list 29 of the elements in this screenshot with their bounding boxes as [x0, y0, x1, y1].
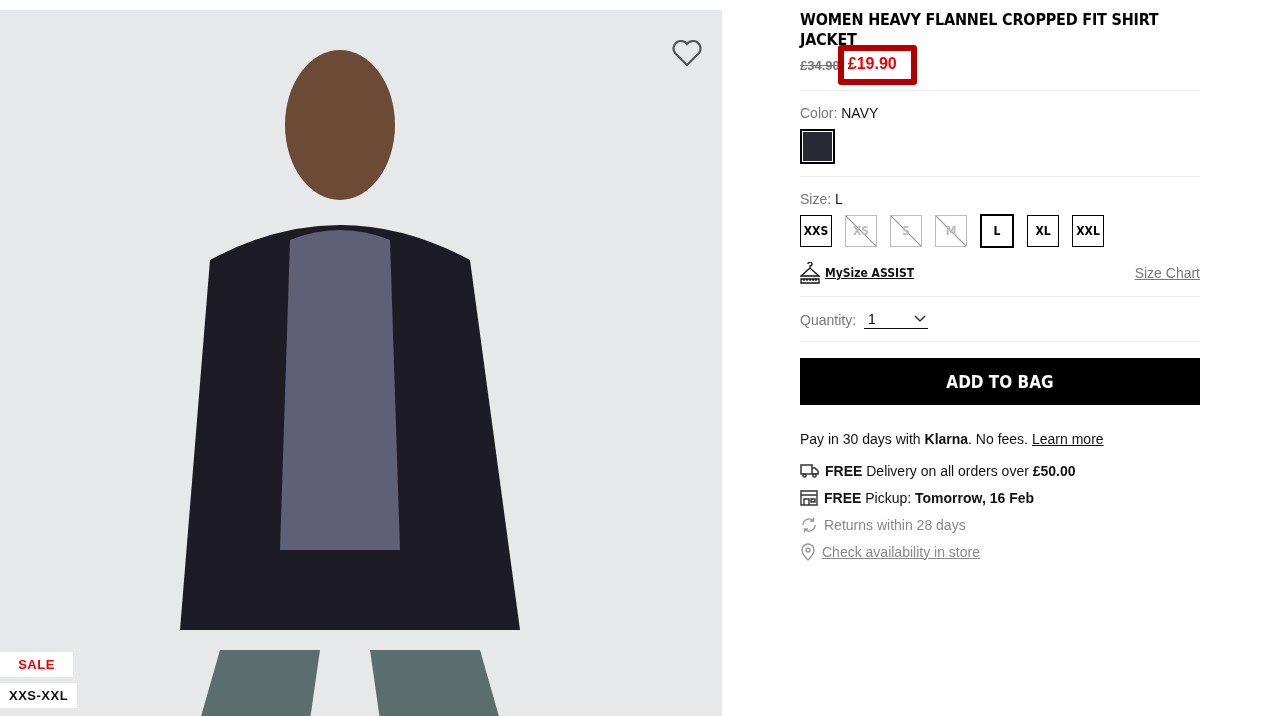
refresh-icon	[800, 515, 818, 534]
size-option[interactable]: XL	[1027, 215, 1059, 247]
info-text: Returns within 28 days	[824, 516, 966, 533]
quantity-select[interactable]: 1	[864, 311, 929, 329]
original-price: £34.90	[800, 57, 840, 73]
add-to-bag-button[interactable]: ADD TO BAG	[800, 358, 1200, 405]
store-availability-link[interactable]: Check availability in store	[822, 543, 980, 560]
mysize-assist-link[interactable]: MySize ASSIST	[800, 262, 915, 284]
store-icon	[800, 489, 818, 506]
size-label: Size: L	[800, 191, 844, 207]
color-swatch[interactable]	[800, 129, 835, 164]
hanger-ruler-icon	[800, 262, 820, 284]
location-pin-icon	[800, 542, 816, 561]
klarna-text: Pay in 30 days with Klarna. No fees.	[800, 431, 1028, 447]
sale-badge: SALE	[0, 652, 73, 677]
quantity-label: Quantity:	[800, 312, 857, 328]
size-range-badge: XXS-XXL	[0, 683, 78, 708]
size-option[interactable]: XXL	[1072, 215, 1104, 247]
info-text: FREE Pickup: Tomorrow, 16 Feb	[824, 489, 1035, 506]
size-option[interactable]: XXS	[800, 215, 832, 247]
heart-icon[interactable]	[672, 40, 702, 67]
size-option[interactable]: L	[980, 214, 1014, 248]
size-chart-link[interactable]: Size Chart	[1134, 265, 1200, 281]
sale-price: £19.90	[837, 45, 917, 85]
chevron-down-icon	[914, 315, 927, 323]
info-text: FREE Delivery on all orders over £50.00	[825, 462, 1076, 479]
learn-more-link[interactable]: Learn more	[1032, 431, 1104, 447]
color-label: Color: NAVY	[800, 105, 880, 121]
truck-icon	[800, 463, 819, 478]
